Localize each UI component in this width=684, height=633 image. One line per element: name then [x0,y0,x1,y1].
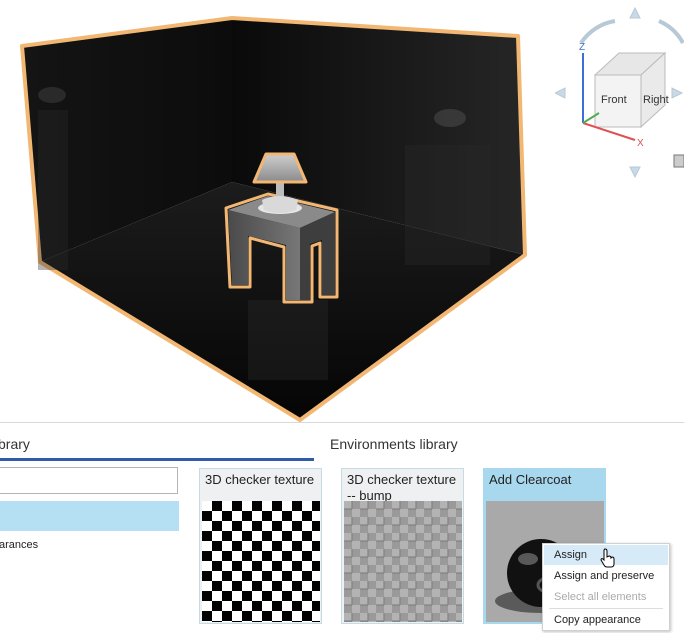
tile-title: Add Clearcoat [489,472,572,487]
appearance-tile-checker-bump[interactable]: 3D checker texture -- bump [341,468,464,624]
menu-item-select-all-elements: Select all elements [554,591,647,603]
checker-texture-thumbnail [202,501,320,622]
active-tab-indicator [0,458,314,461]
tile-title: 3D checker texture -- bump [347,472,457,503]
hand-cursor-icon [600,548,615,568]
menu-item-assign-and-preserve[interactable]: Assign and preserve [544,566,668,586]
tile-title: 3D checker texture [205,472,315,487]
view-cube[interactable]: Front Right Z X [555,5,684,180]
tab-appearance-library[interactable]: brary [0,436,30,452]
menu-separator [549,608,663,609]
tab-environments-library[interactable]: Environments library [330,436,458,452]
menu-item-copy-appearance[interactable]: Copy appearance [544,610,668,630]
bump-texture-thumbnail [344,501,462,622]
cube-right-label[interactable]: Right [643,94,669,106]
appearance-tile-checker[interactable]: 3D checker texture [199,468,322,624]
selected-list-item[interactable] [0,501,179,531]
3d-viewport[interactable]: Front Right Z X [0,0,684,422]
axis-x-label: X [637,138,644,149]
cube-front-label[interactable]: Front [601,94,627,106]
home-view-icon [673,154,684,168]
search-input[interactable] [0,467,178,494]
cube-icon: Front Right [593,51,669,129]
axis-z-label: Z [579,42,585,53]
list-item[interactable]: arances [0,539,38,551]
